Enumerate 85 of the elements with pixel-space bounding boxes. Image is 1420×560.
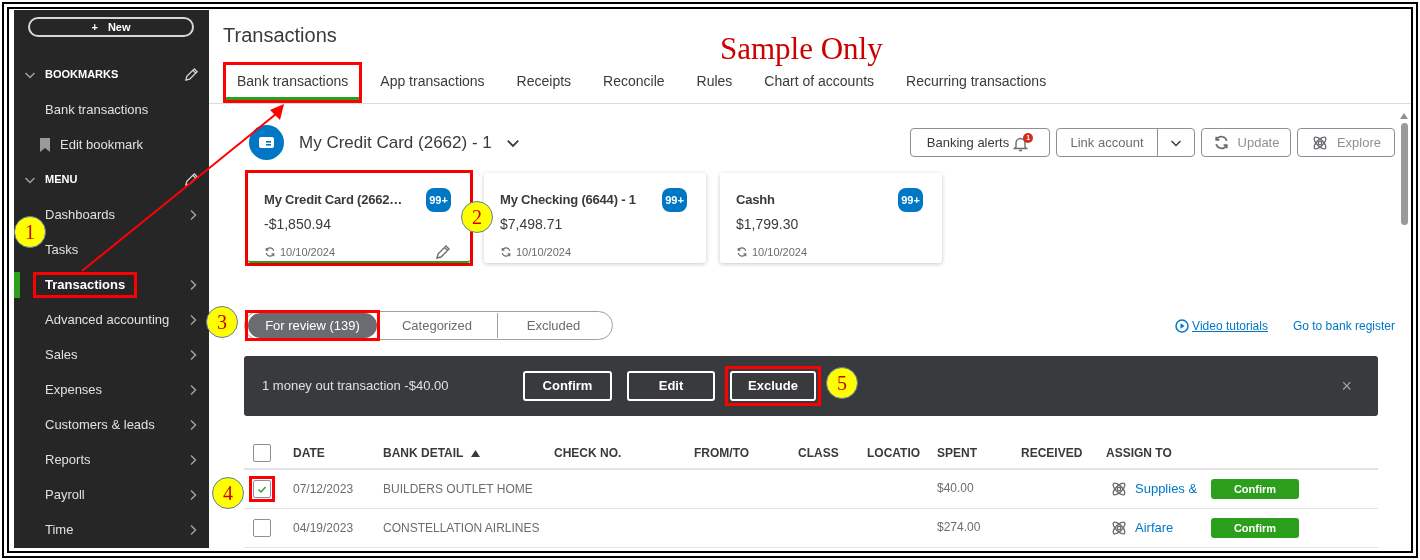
- column-header[interactable]: FROM/TO: [694, 444, 750, 462]
- account-card-title: My Credit Card (2662…: [264, 191, 403, 210]
- review-tab[interactable]: Categorized: [383, 313, 491, 338]
- column-header[interactable]: SPENT: [937, 444, 977, 462]
- close-button[interactable]: ×: [1341, 377, 1352, 395]
- category-link[interactable]: Supplies &: [1135, 479, 1204, 499]
- selection-summary: 1 money out transaction -$40.00: [262, 377, 450, 396]
- menu-item[interactable]: Sales: [40, 346, 83, 363]
- bell-icon: [1013, 135, 1029, 152]
- batch-button[interactable]: Edit: [627, 371, 715, 401]
- account-card-title: Cashh: [736, 191, 775, 210]
- link-account-button[interactable]: Link account: [1056, 128, 1195, 157]
- count-badge: 99+: [898, 188, 923, 212]
- account-name[interactable]: My Credit Card (2662) - 1: [299, 129, 492, 156]
- account-card[interactable]: My Credit Card (2662… 99+ -$1,850.94 10/10/2024: [248, 173, 470, 263]
- count-badge: 99+: [426, 188, 451, 212]
- menu-item[interactable]: Advanced accounting: [40, 311, 175, 328]
- table-cell: $40.00: [937, 481, 974, 495]
- sync-icon: [736, 246, 748, 259]
- bookmark-icon: [38, 136, 52, 153]
- tab[interactable]: Rules: [685, 65, 744, 100]
- checkbox[interactable]: [253, 519, 271, 537]
- account-balance: $7,498.71: [500, 215, 563, 234]
- sync-date: 10/10/2024: [516, 245, 572, 260]
- page-title: Transactions: [223, 23, 337, 48]
- pencil-icon[interactable]: [184, 172, 199, 187]
- column-header[interactable]: CHECK NO.: [554, 444, 622, 462]
- tab[interactable]: Recurring transactions: [895, 65, 1058, 100]
- atom-icon: [1110, 480, 1128, 498]
- check-icon: [257, 484, 267, 494]
- column-header[interactable]: LOCATIO: [867, 444, 921, 462]
- table-cell: $274.00: [937, 520, 981, 534]
- account-card[interactable]: My Checking (6644) - 1 99+ $7,498.71 10/10/2024: [484, 173, 706, 263]
- sync-date: 10/10/2024: [280, 245, 336, 260]
- table-cell: CONSTELLATION AIRLINES: [383, 521, 540, 535]
- sidebar-link[interactable]: Bank transactions: [45, 99, 149, 120]
- menu-item[interactable]: Time: [40, 521, 79, 538]
- section-header[interactable]: BOOKMARKS: [45, 66, 119, 83]
- tab[interactable]: Chart of accounts: [753, 65, 886, 100]
- sample-caption: Sample Only: [720, 33, 883, 64]
- video-tutorials-link[interactable]: Video tutorials: [1192, 316, 1268, 335]
- count-badge: 99+: [662, 188, 687, 212]
- credit-card-icon: [249, 125, 284, 160]
- tab[interactable]: Bank transactions: [226, 65, 360, 100]
- new-button[interactable]: + New: [28, 17, 194, 37]
- sidebar-link[interactable]: Edit bookmark: [60, 134, 144, 155]
- sync-icon: [264, 246, 276, 259]
- batch-button[interactable]: Confirm: [523, 371, 612, 401]
- menu-item[interactable]: Payroll: [40, 486, 90, 503]
- pencil-icon[interactable]: [435, 244, 451, 261]
- menu-item[interactable]: Customers & leads: [40, 416, 160, 433]
- checkbox[interactable]: [253, 444, 271, 462]
- sync-icon: [500, 246, 512, 259]
- column-header[interactable]: DATE: [293, 444, 325, 462]
- active-indicator: [14, 271, 20, 298]
- scrollbar-thumb[interactable]: [1400, 123, 1408, 225]
- menu-item[interactable]: Transactions: [40, 276, 131, 293]
- tab[interactable]: Receipts: [505, 65, 583, 100]
- scroll-up-arrow-icon[interactable]: [1400, 113, 1408, 119]
- sync-icon: [1212, 134, 1230, 151]
- pencil-icon[interactable]: [184, 67, 199, 82]
- section-header[interactable]: MENU: [45, 171, 78, 188]
- column-header[interactable]: CLASS: [798, 444, 839, 462]
- category-link[interactable]: Airfare: [1135, 518, 1204, 538]
- bank-register-link[interactable]: Go to bank register: [1292, 316, 1395, 335]
- column-header[interactable]: RECEIVED: [1021, 444, 1083, 462]
- play-icon: [1175, 318, 1190, 333]
- menu-item[interactable]: Reports: [40, 451, 96, 468]
- column-header[interactable]: BANK DETAIL: [383, 444, 464, 462]
- column-header[interactable]: ASSIGN TO: [1106, 444, 1172, 462]
- sync-date: 10/10/2024: [752, 245, 808, 260]
- account-card-title: My Checking (6644) - 1: [500, 191, 636, 210]
- review-tab[interactable]: For review (139): [248, 313, 377, 338]
- menu-item[interactable]: Expenses: [40, 381, 108, 398]
- tab[interactable]: App transactions: [369, 65, 496, 100]
- account-balance: -$1,850.94: [264, 215, 331, 234]
- table-cell: 07/12/2023: [293, 482, 354, 496]
- table-cell: 04/19/2023: [293, 521, 354, 535]
- atom-icon: [1110, 519, 1128, 537]
- tab[interactable]: Reconcile: [592, 65, 676, 100]
- batch-button[interactable]: Exclude: [730, 371, 816, 401]
- account-card[interactable]: Cashh 99+ $1,799.30 10/10/2024: [720, 173, 942, 263]
- review-tab[interactable]: Excluded: [497, 313, 609, 338]
- table-cell: BUILDERS OUTLET HOME: [383, 482, 533, 496]
- account-balance: $1,799.30: [736, 215, 799, 234]
